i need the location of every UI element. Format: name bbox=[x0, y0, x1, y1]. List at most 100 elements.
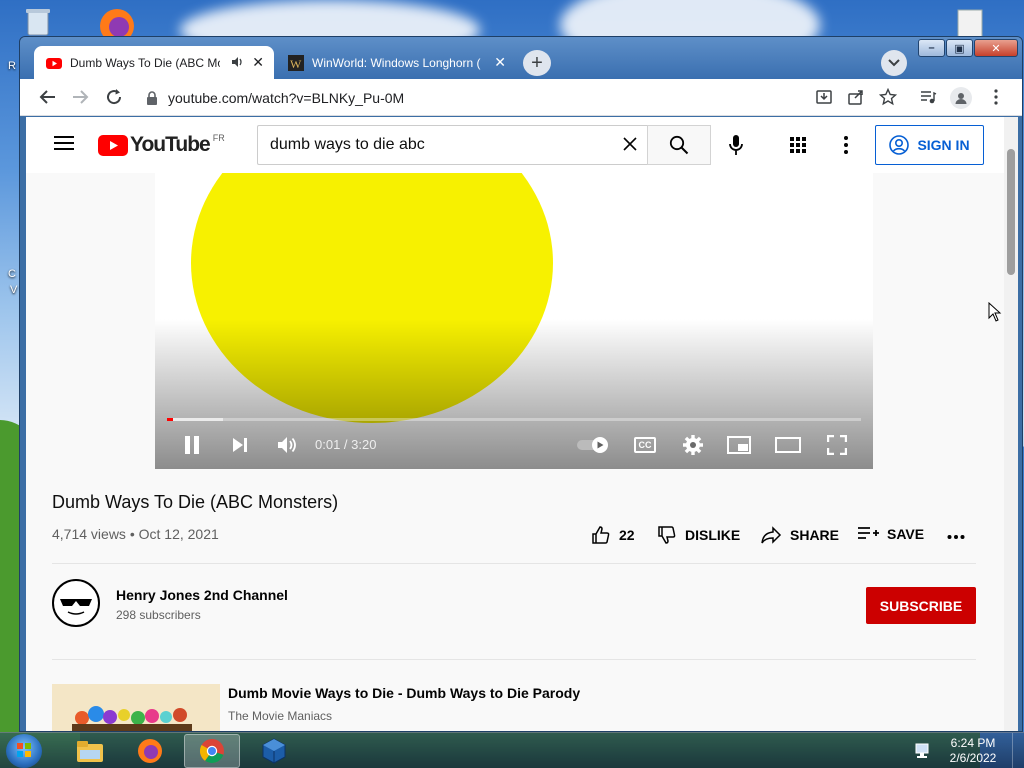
pause-button[interactable] bbox=[179, 431, 205, 459]
recommended-channel[interactable]: The Movie Maniacs bbox=[228, 709, 332, 723]
network-tray-icon[interactable] bbox=[914, 742, 932, 765]
thumbs-down-icon bbox=[658, 526, 676, 544]
captions-icon: CC bbox=[634, 437, 656, 453]
youtube-favicon-icon bbox=[46, 55, 62, 71]
video-title: Dumb Ways To Die (ABC Monsters) bbox=[52, 492, 339, 512]
subscriber-count: 298 subscribers bbox=[116, 608, 201, 622]
forward-button[interactable] bbox=[70, 87, 90, 107]
winworld-favicon-icon: W bbox=[288, 54, 304, 71]
clear-search-icon[interactable] bbox=[623, 137, 637, 156]
thumbnail-image bbox=[52, 684, 220, 731]
desktop-icon-label-fragment: R bbox=[8, 60, 16, 72]
autoplay-toggle-icon bbox=[577, 437, 608, 453]
dislike-button[interactable]: DISLIKE bbox=[657, 525, 740, 545]
taskbar-explorer[interactable] bbox=[62, 734, 118, 768]
like-button[interactable]: 22 bbox=[591, 525, 635, 545]
player-settings-button[interactable] bbox=[679, 431, 707, 459]
firefox-icon bbox=[138, 739, 162, 763]
fullscreen-icon bbox=[827, 435, 847, 455]
progress-bar[interactable] bbox=[167, 418, 861, 421]
recommended-video-title[interactable]: Dumb Movie Ways to Die - Dumb Ways to Di… bbox=[228, 685, 580, 701]
captions-button[interactable]: CC bbox=[631, 431, 659, 459]
search-icon bbox=[669, 135, 689, 155]
tab-search-button[interactable] bbox=[881, 50, 907, 76]
apps-grid-icon[interactable] bbox=[790, 137, 806, 158]
video-views-date: 4,714 views • Oct 12, 2021 bbox=[52, 526, 219, 542]
time-display: 0:01 / 3:20 bbox=[315, 437, 377, 452]
player-gradient bbox=[155, 319, 873, 469]
channel-avatar[interactable] bbox=[52, 579, 100, 627]
share-page-icon[interactable] bbox=[846, 87, 866, 107]
tab-title: Dumb Ways To Die (ABC Mo bbox=[70, 55, 220, 70]
install-app-icon[interactable] bbox=[814, 87, 834, 107]
close-window-button[interactable]: ✕ bbox=[974, 39, 1018, 57]
share-button[interactable]: SHARE bbox=[760, 525, 839, 545]
lock-icon bbox=[147, 90, 157, 105]
youtube-watch-page: YouTube FR dumb ways to die abc SIGN IN … bbox=[26, 117, 1018, 731]
bookmark-star-icon[interactable] bbox=[878, 87, 898, 107]
show-desktop-button[interactable] bbox=[1012, 733, 1024, 768]
theater-mode-icon bbox=[775, 437, 801, 453]
miniplayer-button[interactable] bbox=[725, 431, 753, 459]
search-input[interactable]: dumb ways to die abc bbox=[257, 125, 647, 165]
volume-button[interactable] bbox=[273, 431, 301, 459]
autoplay-toggle[interactable] bbox=[575, 431, 611, 459]
channel-name[interactable]: Henry Jones 2nd Channel bbox=[116, 587, 288, 603]
divider bbox=[52, 659, 976, 660]
chevron-down-icon bbox=[888, 59, 900, 67]
browser-menu-icon[interactable] bbox=[986, 87, 1006, 107]
gear-icon bbox=[683, 435, 703, 455]
dislike-label: DISLIKE bbox=[685, 527, 741, 543]
recommended-thumbnail[interactable] bbox=[52, 684, 220, 731]
recycle-bin-icon[interactable] bbox=[22, 6, 54, 36]
playlist-add-icon bbox=[858, 527, 879, 539]
theater-mode-button[interactable] bbox=[773, 431, 803, 459]
maximize-button[interactable]: ▣ bbox=[946, 39, 973, 57]
video-player[interactable]: 0:01 / 3:20 CC bbox=[155, 173, 873, 469]
fullscreen-button[interactable] bbox=[823, 431, 851, 459]
taskbar-firefox[interactable] bbox=[122, 734, 178, 768]
next-video-button[interactable] bbox=[227, 431, 253, 459]
tab-winworld[interactable]: W WinWorld: Windows Longhorn ( ✕ bbox=[276, 46, 516, 79]
new-tab-button[interactable]: + bbox=[523, 50, 551, 76]
taskbar-virtualbox[interactable] bbox=[246, 734, 302, 768]
save-label: SAVE bbox=[887, 526, 925, 542]
like-count: 22 bbox=[619, 527, 635, 543]
settings-menu-icon[interactable] bbox=[844, 136, 848, 159]
start-button[interactable] bbox=[6, 734, 42, 768]
search-button[interactable] bbox=[647, 125, 711, 165]
sunglasses-face-icon bbox=[60, 599, 92, 615]
media-control-icon[interactable] bbox=[918, 87, 938, 107]
sign-in-button[interactable]: SIGN IN bbox=[875, 125, 984, 165]
buffered-bar bbox=[167, 418, 223, 421]
save-button[interactable]: SAVE bbox=[857, 525, 924, 543]
address-bar[interactable]: youtube.com/watch?v=BLNKy_Pu-0M bbox=[132, 83, 814, 112]
tab-youtube[interactable]: Dumb Ways To Die (ABC Mo ✕ bbox=[34, 46, 274, 79]
close-tab-icon[interactable]: ✕ bbox=[252, 54, 264, 70]
tab-audio-icon[interactable] bbox=[230, 55, 244, 72]
youtube-logo[interactable]: YouTube FR bbox=[98, 133, 225, 157]
clock-time: 6:24 PM bbox=[950, 736, 996, 750]
scrollbar-thumb[interactable] bbox=[1007, 149, 1015, 275]
subscribe-button[interactable]: SUBSCRIBE bbox=[866, 587, 976, 624]
forward-arrow-icon bbox=[73, 90, 89, 104]
system-clock[interactable]: 6:24 PM 2/6/2022 bbox=[940, 736, 1006, 766]
tab-strip: Dumb Ways To Die (ABC Mo ✕ W WinWorld: W… bbox=[20, 37, 1022, 79]
svg-text:W: W bbox=[290, 57, 302, 71]
taskbar-chrome[interactable] bbox=[184, 734, 240, 768]
youtube-masthead: YouTube FR dumb ways to die abc SIGN IN bbox=[26, 117, 1004, 173]
back-button[interactable] bbox=[38, 87, 58, 107]
youtube-logo-icon bbox=[98, 134, 128, 156]
microphone-icon bbox=[729, 135, 743, 155]
address-url: youtube.com/watch?v=BLNKy_Pu-0M bbox=[168, 89, 405, 106]
played-bar bbox=[167, 418, 173, 421]
minimize-button[interactable]: – bbox=[918, 39, 945, 57]
profile-avatar-icon[interactable] bbox=[950, 87, 972, 109]
close-tab-icon[interactable]: ✕ bbox=[494, 54, 506, 70]
more-actions-button[interactable] bbox=[947, 525, 965, 545]
thumbs-up-icon bbox=[592, 526, 610, 544]
reload-button[interactable] bbox=[104, 87, 124, 107]
folder-icon bbox=[77, 741, 103, 762]
voice-search-button[interactable] bbox=[728, 134, 744, 161]
hamburger-menu-icon[interactable] bbox=[54, 135, 74, 156]
